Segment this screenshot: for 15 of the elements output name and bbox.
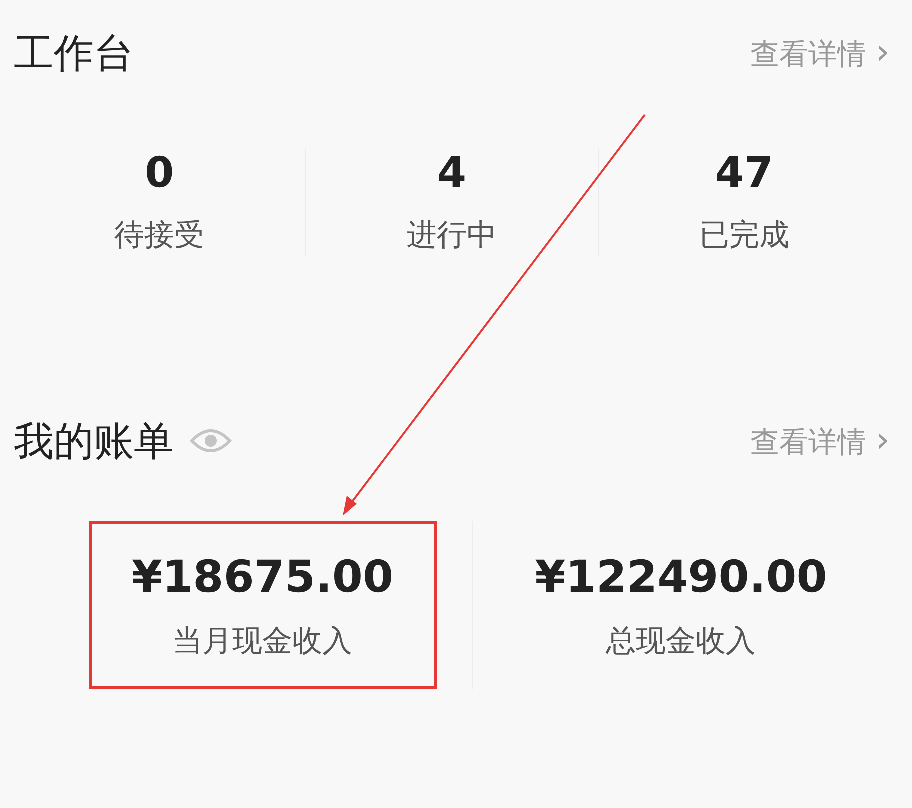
stat-value: 0 — [145, 148, 174, 197]
eye-icon[interactable] — [190, 427, 232, 455]
section-title: 工作台 — [14, 30, 134, 78]
amount-label: 当月现金收入 — [172, 623, 353, 661]
view-details-link[interactable]: 查看详情 › — [750, 420, 890, 462]
amount-value: ¥122490.00 — [535, 552, 828, 603]
stat-value: 4 — [437, 148, 467, 197]
stat-value: 47 — [715, 148, 774, 197]
amount-label: 总现金收入 — [606, 623, 756, 661]
stat-label: 已完成 — [699, 217, 790, 255]
stat-label: 待接受 — [114, 217, 205, 255]
stat-label: 进行中 — [406, 217, 497, 255]
view-details-link[interactable]: 查看详情 › — [750, 32, 890, 74]
amount-value: ¥18675.00 — [132, 552, 394, 603]
section-title: 我的账单 — [14, 418, 174, 466]
